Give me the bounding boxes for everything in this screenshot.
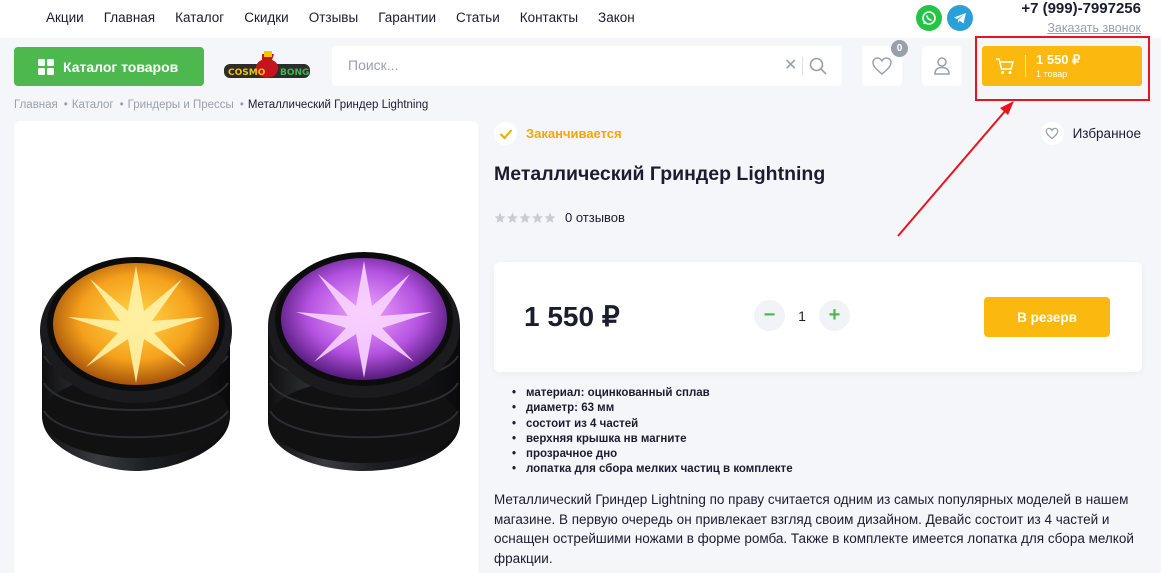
nav-link-reviews[interactable]: Отзывы bbox=[309, 10, 358, 25]
breadcrumb: Главная • Каталог • Гриндеры и Прессы • … bbox=[14, 99, 434, 111]
rating-stars[interactable] bbox=[494, 212, 556, 224]
breadcrumb-separator: • bbox=[239, 99, 244, 111]
catalog-button[interactable]: Каталог товаров bbox=[14, 47, 204, 86]
search-bar: ✕ bbox=[332, 46, 842, 86]
feature-item: прозрачное дно bbox=[510, 447, 793, 463]
search-icon[interactable] bbox=[808, 56, 828, 81]
product-description: Металлический Гриндер Lightning по праву… bbox=[494, 492, 1134, 566]
breadcrumb-separator: • bbox=[119, 99, 124, 111]
feature-item: материал: оцинкованный сплав bbox=[510, 386, 793, 402]
cart-highlight-box bbox=[975, 36, 1150, 101]
account-button[interactable] bbox=[922, 46, 962, 86]
nav-link-home[interactable]: Главная bbox=[104, 10, 155, 25]
breadcrumb-catalog[interactable]: Каталог bbox=[72, 99, 114, 111]
stock-status-label: Заканчивается bbox=[526, 126, 622, 141]
favorites-count-badge: 0 bbox=[891, 40, 908, 57]
nav-link-discounts[interactable]: Скидки bbox=[244, 10, 289, 25]
product-image[interactable] bbox=[14, 121, 478, 573]
purchase-panel: 1 550 ₽ − 1 + В резерв bbox=[494, 262, 1142, 372]
favorites-label: Избранное bbox=[1072, 126, 1141, 141]
increase-quantity-button[interactable]: + bbox=[819, 300, 850, 331]
telegram-icon[interactable] bbox=[947, 5, 973, 31]
search-divider bbox=[802, 57, 803, 75]
clear-search-icon[interactable]: ✕ bbox=[784, 55, 797, 75]
quantity-value[interactable]: 1 bbox=[785, 308, 819, 324]
nav-link-promotions[interactable]: Акции bbox=[46, 10, 84, 25]
breadcrumb-current: Металлический Гриндер Lightning bbox=[247, 99, 429, 111]
search-input[interactable] bbox=[348, 57, 768, 73]
heart-icon bbox=[1040, 122, 1064, 145]
top-navigation: Акции Главная Каталог Скидки Отзывы Гара… bbox=[46, 10, 655, 25]
product-title: Металлический Гриндер Lightning bbox=[494, 163, 826, 185]
decrease-quantity-button[interactable]: − bbox=[754, 300, 785, 331]
add-to-favorites[interactable]: Избранное bbox=[1040, 122, 1141, 145]
callback-link[interactable]: Заказать звонок bbox=[1047, 21, 1141, 35]
feature-item: состоит из 4 частей bbox=[510, 417, 793, 433]
favorites-button[interactable]: 0 bbox=[862, 40, 908, 86]
nav-link-articles[interactable]: Статьи bbox=[456, 10, 500, 25]
grid-icon bbox=[38, 58, 54, 75]
user-icon bbox=[934, 57, 950, 75]
logo-text-left: COSMO bbox=[228, 68, 266, 78]
site-logo[interactable]: COSMO BONG bbox=[222, 48, 314, 84]
top-bar: Акции Главная Каталог Скидки Отзывы Гара… bbox=[0, 0, 1161, 38]
nav-link-guarantees[interactable]: Гарантии bbox=[378, 10, 436, 25]
heart-icon bbox=[872, 57, 892, 75]
check-icon bbox=[494, 122, 517, 145]
product-features: материал: оцинкованный сплав диаметр: 63… bbox=[510, 386, 793, 478]
product-rating: 0 отзывов bbox=[494, 210, 625, 225]
reviews-count[interactable]: 0 отзывов bbox=[565, 210, 625, 225]
logo-text-right: BONG bbox=[280, 68, 309, 78]
breadcrumb-separator: • bbox=[63, 99, 68, 111]
breadcrumb-category[interactable]: Гриндеры и Прессы bbox=[128, 99, 234, 111]
nav-link-catalog[interactable]: Каталог bbox=[175, 10, 224, 25]
feature-item: диаметр: 63 мм bbox=[510, 401, 793, 417]
nav-link-contacts[interactable]: Контакты bbox=[520, 10, 578, 25]
feature-item: верхняя крышка нв магните bbox=[510, 432, 793, 448]
breadcrumb-home[interactable]: Главная bbox=[14, 99, 58, 111]
reserve-button[interactable]: В резерв bbox=[984, 297, 1110, 337]
phone-number[interactable]: +7 (999)-7997256 bbox=[1021, 0, 1141, 17]
stock-status: Заканчивается bbox=[494, 122, 622, 145]
nav-link-law[interactable]: Закон bbox=[598, 10, 635, 25]
feature-item: лопатка для сбора мелких частиц в компле… bbox=[510, 462, 793, 478]
whatsapp-icon[interactable] bbox=[916, 5, 942, 31]
catalog-button-label: Каталог товаров bbox=[63, 58, 179, 75]
quantity-stepper: − 1 + bbox=[754, 300, 850, 331]
product-price: 1 550 ₽ bbox=[524, 301, 620, 332]
